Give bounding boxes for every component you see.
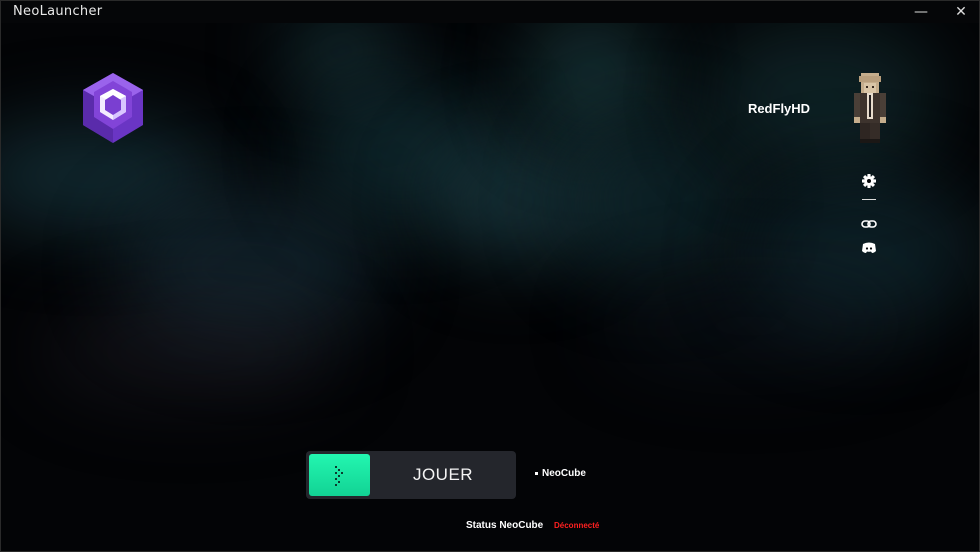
close-button[interactable]: ✕ xyxy=(941,1,979,23)
status-label: Status NeoCube xyxy=(466,520,544,531)
play-icon-box xyxy=(309,454,370,496)
play-button[interactable]: JOUER xyxy=(306,451,516,499)
server-name: NeoCube xyxy=(542,468,586,479)
status-badge: Déconnecté xyxy=(554,521,600,530)
play-arrow-icon xyxy=(335,466,343,486)
discord-icon[interactable] xyxy=(859,238,879,258)
gear-icon[interactable] xyxy=(859,171,879,191)
launcher-window: NeoLauncher — ✕ RedFlyHD JOUER NeoCube S… xyxy=(0,0,980,552)
sidebar-divider xyxy=(862,199,876,200)
server-bullet xyxy=(535,471,538,475)
player-skin-avatar[interactable] xyxy=(853,73,887,145)
play-button-label: JOUER xyxy=(412,465,474,484)
link-icon[interactable] xyxy=(859,214,879,234)
server-selector[interactable]: NeoCube xyxy=(535,468,586,479)
title-bar: NeoLauncher — ✕ xyxy=(1,1,979,23)
sidebar-icons xyxy=(859,171,879,262)
minimize-button[interactable]: — xyxy=(901,1,941,23)
username: RedFlyHD xyxy=(747,101,811,116)
neocube-logo xyxy=(81,73,145,143)
window-title: NeoLauncher xyxy=(13,4,103,19)
